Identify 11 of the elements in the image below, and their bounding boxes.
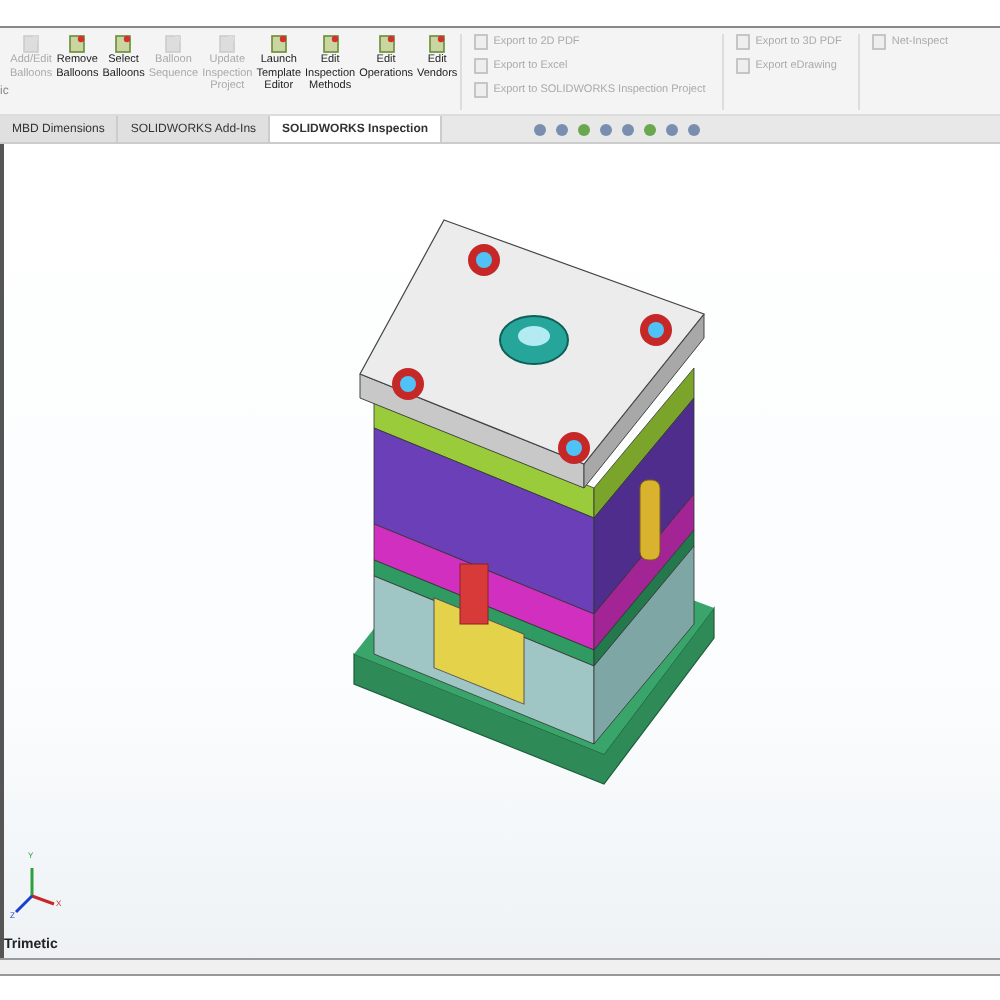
document-icon bbox=[218, 34, 237, 54]
document-icon bbox=[871, 34, 886, 50]
document-icon bbox=[68, 34, 87, 54]
document-icon bbox=[377, 34, 396, 54]
document-icon bbox=[269, 34, 288, 54]
horizontal-scrollbar[interactable] bbox=[0, 958, 1000, 976]
document-icon bbox=[321, 34, 340, 54]
document-icon bbox=[164, 34, 183, 54]
document-icon bbox=[22, 34, 41, 54]
document-icon bbox=[114, 34, 133, 54]
document-icon bbox=[428, 34, 447, 54]
